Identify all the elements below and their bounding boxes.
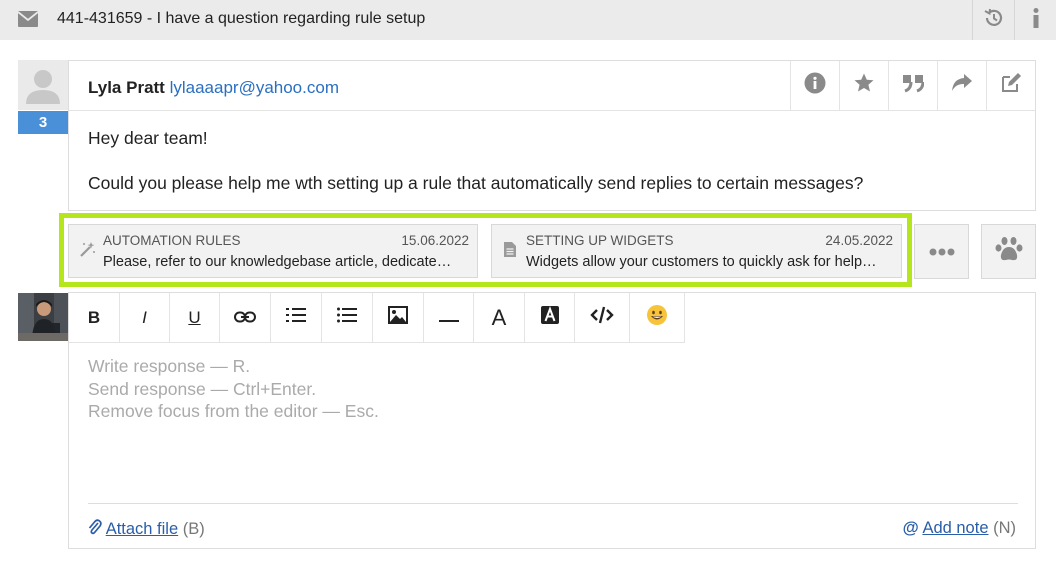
message-author: Lyla Pratt lylaaaapr@yahoo.com bbox=[88, 78, 339, 98]
add-note-area: @ Add note (N) bbox=[903, 519, 1016, 538]
suggestion-text: Widgets allow your customers to quickly … bbox=[526, 254, 877, 270]
suggestion-card-automation-rules[interactable]: AUTOMATION RULES 15.06.2022 Please, refe… bbox=[68, 224, 478, 278]
at-icon: @ bbox=[902, 519, 919, 537]
insert-image-button[interactable] bbox=[373, 293, 424, 342]
paw-button[interactable] bbox=[981, 224, 1036, 279]
placeholder-line: Send response — Ctrl+Enter. bbox=[88, 378, 317, 399]
ticket-title: 441-431659 - I have a question regarding… bbox=[57, 10, 426, 27]
message-line: Hey dear team! bbox=[88, 128, 208, 148]
suggestion-date: 15.06.2022 bbox=[401, 233, 469, 248]
sender-avatar bbox=[18, 60, 68, 110]
message-actions bbox=[790, 61, 1035, 110]
add-note-link[interactable]: Add note bbox=[922, 519, 988, 537]
background-color-icon bbox=[540, 306, 559, 329]
ordered-list-button[interactable] bbox=[271, 293, 322, 342]
message-body: Hey dear team! Could you please help me … bbox=[88, 127, 863, 217]
link-icon bbox=[234, 308, 256, 328]
placeholder-line: Remove focus from the editor — Esc. bbox=[88, 401, 379, 421]
editor-footer-divider bbox=[88, 503, 1018, 504]
italic-button[interactable]: I bbox=[120, 293, 170, 342]
edit-button[interactable] bbox=[986, 61, 1035, 110]
bullet-list-button[interactable] bbox=[322, 293, 373, 342]
info-icon bbox=[1031, 7, 1041, 34]
paperclip-icon bbox=[88, 519, 106, 538]
editor-toolbar: B I U A bbox=[69, 293, 685, 343]
emoji-icon bbox=[646, 304, 668, 331]
bullet-list-icon bbox=[337, 307, 357, 328]
more-suggestions-button[interactable] bbox=[914, 224, 969, 279]
suggestion-text: Please, refer to our knowledgebase artic… bbox=[103, 254, 452, 270]
placeholder-line: Write response — R. bbox=[88, 356, 251, 376]
horizontal-rule-icon bbox=[438, 308, 459, 328]
message-info-button[interactable] bbox=[790, 61, 839, 110]
attach-file-shortcut: (B) bbox=[182, 520, 205, 538]
horizontal-rule-button[interactable] bbox=[424, 293, 474, 342]
add-note-shortcut: (N) bbox=[993, 519, 1016, 537]
message-count-badge: 3 bbox=[18, 111, 68, 134]
info-icon bbox=[804, 72, 826, 99]
author-name: Lyla Pratt bbox=[88, 78, 165, 97]
suggestion-category: AUTOMATION RULES bbox=[103, 233, 241, 248]
suggestion-date: 24.05.2022 bbox=[825, 233, 893, 248]
author-email[interactable]: lylaaaapr@yahoo.com bbox=[170, 78, 339, 97]
ticket-header: 441-431659 - I have a question regarding… bbox=[0, 0, 1056, 40]
message-card: Lyla Pratt lylaaaapr@yahoo.com Hey dear … bbox=[68, 60, 1036, 211]
reply-editor: B I U A Write response — R. Send respons… bbox=[68, 292, 1036, 549]
code-icon bbox=[590, 306, 614, 329]
text-color-button[interactable]: A bbox=[474, 293, 525, 342]
envelope-icon bbox=[17, 11, 39, 27]
background-color-button[interactable] bbox=[525, 293, 575, 342]
ticket-info-button[interactable] bbox=[1014, 0, 1056, 40]
star-button[interactable] bbox=[839, 61, 888, 110]
message-header: Lyla Pratt lylaaaapr@yahoo.com bbox=[69, 61, 1035, 111]
quote-icon bbox=[902, 73, 925, 98]
code-button[interactable] bbox=[575, 293, 630, 342]
bold-button[interactable]: B bbox=[69, 293, 120, 342]
attach-file-link[interactable]: Attach file bbox=[106, 520, 178, 538]
forward-icon bbox=[951, 73, 973, 98]
quote-button[interactable] bbox=[888, 61, 937, 110]
image-icon bbox=[388, 306, 408, 329]
forward-button[interactable] bbox=[937, 61, 986, 110]
suggestion-card-setting-up-widgets[interactable]: SETTING UP WIDGETS 24.05.2022 Widgets al… bbox=[491, 224, 902, 278]
edit-icon bbox=[1000, 72, 1022, 99]
link-button[interactable] bbox=[220, 293, 271, 342]
underline-button[interactable]: U bbox=[170, 293, 220, 342]
text-color-icon: A bbox=[491, 304, 507, 330]
ordered-list-icon bbox=[286, 307, 306, 328]
attach-file-area: Attach file (B) bbox=[88, 519, 205, 539]
agent-avatar bbox=[18, 293, 68, 341]
emoji-button[interactable] bbox=[630, 293, 685, 342]
history-icon bbox=[983, 7, 1005, 34]
history-button[interactable] bbox=[972, 0, 1014, 40]
more-icon bbox=[929, 243, 955, 261]
response-placeholder[interactable]: Write response — R. Send response — Ctrl… bbox=[88, 355, 379, 423]
message-line: Could you please help me wth setting up … bbox=[88, 173, 864, 193]
star-icon bbox=[853, 72, 875, 99]
paw-icon bbox=[995, 236, 1023, 267]
document-icon bbox=[503, 241, 517, 263]
suggestion-category: SETTING UP WIDGETS bbox=[526, 233, 674, 248]
magic-wand-icon bbox=[80, 241, 96, 262]
